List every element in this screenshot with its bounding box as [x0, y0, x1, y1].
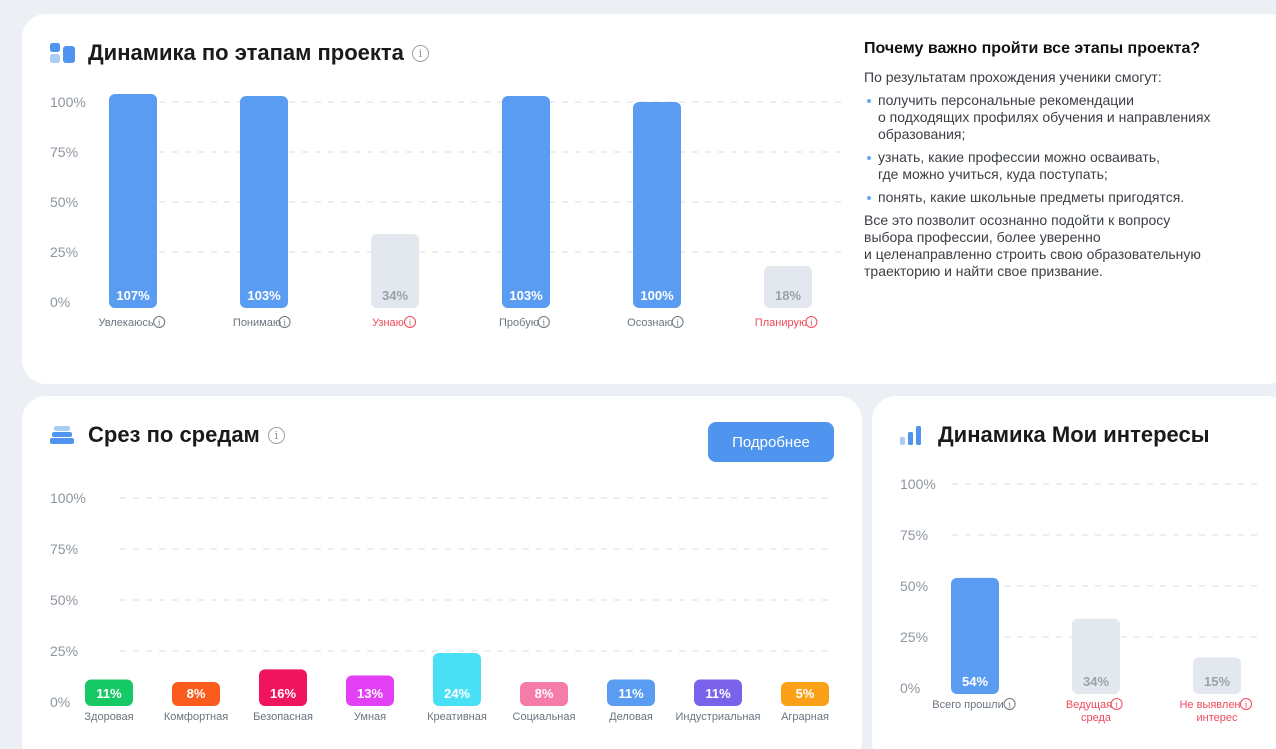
bar — [633, 102, 681, 308]
category-label: Креативная — [427, 711, 487, 723]
y-tick-label: 100% — [50, 490, 86, 506]
environments-chart: 100% 75% 50% 25% 0% 11% Здоровая 8% Комфортная 16… — [50, 490, 834, 723]
info-heading: Почему важно пройти все этапы проекта? — [864, 40, 1201, 57]
category-label: Не выявлен — [1179, 699, 1240, 711]
stages-info-panel: Почему важно пройти все этапы проекта? П… — [864, 40, 1276, 286]
bar-value-label: 100% — [640, 288, 674, 303]
info-icon-glyph: i — [409, 319, 412, 328]
info-bullets: получить персональные рекомендации о под… — [864, 92, 1276, 206]
info-intro: По результатам прохождения ученики смогу… — [864, 69, 1162, 85]
bar-value-label: 34% — [382, 288, 408, 303]
category-label: Узнаю — [372, 317, 404, 329]
category-label: Всего прошли — [932, 699, 1003, 711]
info-bullet: понять, какие школьные предметы пригодят… — [864, 189, 1276, 206]
info-icon-glyph: i — [1115, 701, 1118, 710]
category-label: интерес — [1197, 712, 1238, 724]
bar-value-label: 8% — [535, 686, 554, 701]
info-icon-glyph: i — [810, 319, 813, 328]
bar-value-label: 8% — [187, 686, 206, 701]
category-label: среда — [1081, 712, 1112, 724]
info-icon-glyph: i — [676, 319, 679, 328]
y-tick-label: 25% — [900, 629, 928, 645]
y-tick-label: 100% — [50, 94, 86, 110]
info-icon-glyph: i — [543, 319, 546, 328]
bar-value-label: 103% — [509, 288, 543, 303]
bar-value-label: 18% — [775, 288, 801, 303]
bar-value-label: 107% — [116, 288, 150, 303]
category-label: Аграрная — [781, 711, 829, 723]
category-label: Здоровая — [84, 711, 133, 723]
y-tick-label: 75% — [900, 527, 928, 543]
y-tick-label: 100% — [900, 476, 936, 492]
category-label: Безопасная — [253, 711, 313, 723]
interests-chart: 100% 75% 50% 25% 0% 54% Всего прошли i 34% Ведуща… — [900, 476, 1264, 724]
category-label: Ведущая — [1066, 699, 1112, 711]
bar-value-label: 13% — [357, 686, 383, 701]
bar — [240, 96, 288, 308]
bar-value-label: 15% — [1204, 674, 1230, 689]
info-icon-glyph: i — [1008, 701, 1011, 710]
bar — [109, 94, 157, 308]
y-tick-label: 25% — [50, 643, 78, 659]
info-icon-glyph: i — [283, 319, 286, 328]
y-tick-label: 0% — [900, 680, 920, 696]
environments-card: Срез по средам i Подробнее 100% 75% 50% 25%… — [22, 396, 862, 749]
category-label: Пробую — [499, 317, 539, 329]
category-label: Понимаю — [233, 317, 281, 329]
y-tick-label: 75% — [50, 541, 78, 557]
category-label: Деловая — [609, 711, 653, 723]
category-label: Увлекаюсь — [98, 317, 153, 329]
info-icon-glyph: i — [158, 319, 161, 328]
y-tick-label: 50% — [50, 194, 78, 210]
bar-value-label: 103% — [247, 288, 281, 303]
bar-value-label: 5% — [796, 686, 815, 701]
category-label: Социальная — [513, 711, 576, 723]
category-label: Умная — [354, 711, 386, 723]
bar — [502, 96, 550, 308]
bar-value-label: 11% — [96, 686, 122, 701]
info-icon-glyph: i — [1245, 701, 1248, 710]
y-tick-label: 50% — [900, 578, 928, 594]
stages-card: Динамика по этапам проекта i 100% 75% 50% 2… — [22, 14, 1276, 384]
bar-value-label: 54% — [962, 674, 988, 689]
category-label: Комфортная — [164, 711, 228, 723]
y-tick-label: 75% — [50, 144, 78, 160]
bar-value-label: 11% — [618, 686, 644, 701]
bar-value-label: 16% — [270, 686, 296, 701]
interests-card: Динамика Мои интересы 100% 75% 50% 25% 0% 54%… — [872, 396, 1276, 749]
info-outro: Все это позволит осознанно подойти к воп… — [864, 212, 1201, 279]
info-bullet: узнать, какие профессии можно осваивать,… — [864, 149, 1276, 183]
bar-value-label: 24% — [444, 686, 470, 701]
category-label: Осознаю — [627, 317, 673, 329]
category-label: Индустриальная — [676, 711, 761, 723]
category-label: Планирую — [755, 317, 807, 329]
y-tick-label: 50% — [50, 592, 78, 608]
y-tick-label: 0% — [50, 294, 70, 310]
bar-value-label: 34% — [1083, 674, 1109, 689]
y-tick-label: 25% — [50, 244, 78, 260]
info-bullet: получить персональные рекомендации о под… — [864, 92, 1276, 143]
y-tick-label: 0% — [50, 694, 70, 710]
bar-value-label: 11% — [705, 686, 731, 701]
stages-chart: 100% 75% 50% 25% 0% 107% Увлекаюсь i 103% Понимаю… — [50, 94, 842, 329]
